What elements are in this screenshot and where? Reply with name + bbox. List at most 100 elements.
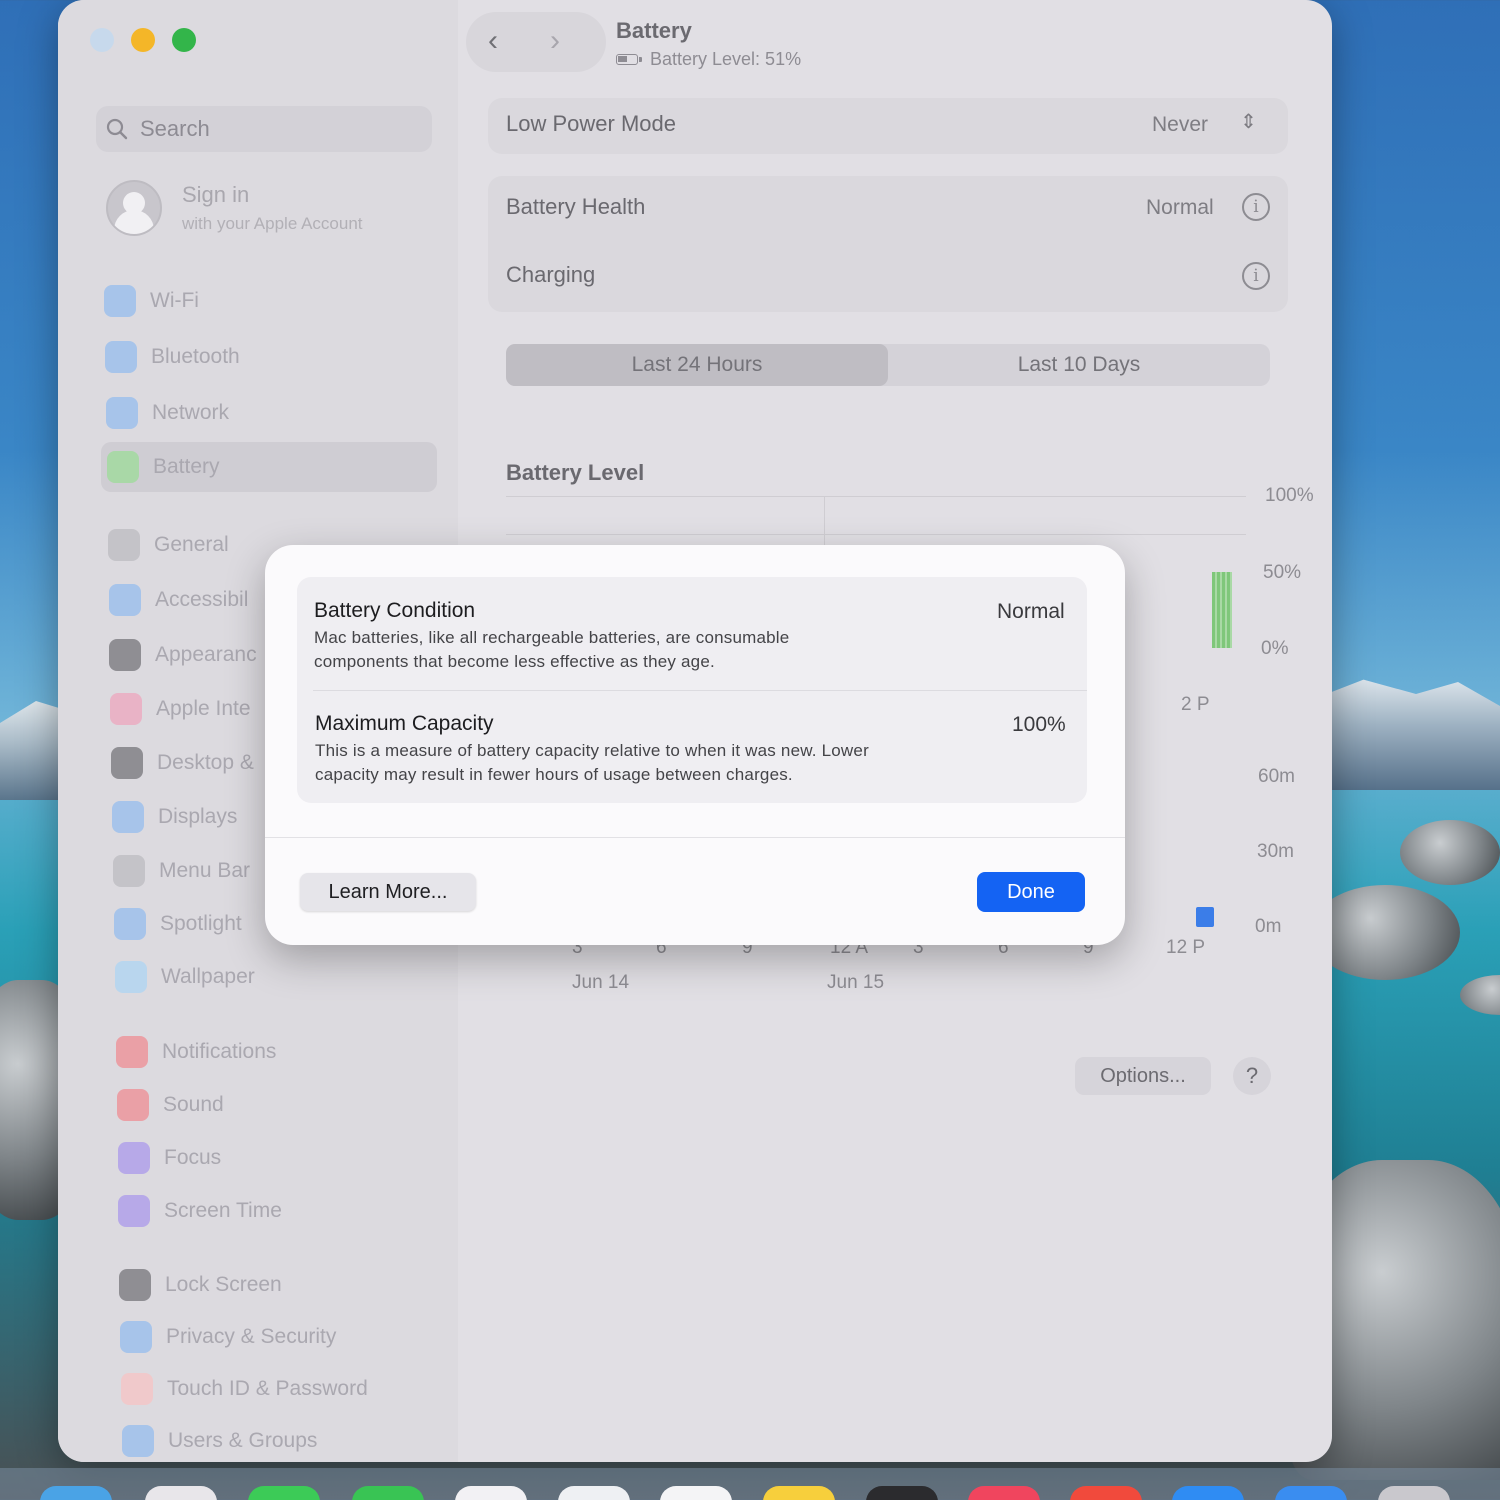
lock-icon — [119, 1269, 151, 1301]
sidebar-item-label: Network — [152, 401, 230, 424]
level-axis-tick: 0% — [1261, 638, 1289, 659]
sidebar-item-wifi[interactable]: Wi-Fi — [98, 276, 434, 326]
battery-level-status: Battery Level: 51% — [616, 49, 801, 70]
apple-intelligence-icon — [110, 693, 142, 725]
dock-app-facetime[interactable] — [352, 1486, 424, 1500]
sidebar-item-label: Focus — [164, 1146, 222, 1169]
sidebar-item-users[interactable]: Users & Groups — [116, 1416, 452, 1462]
battery-details-card: Battery Condition Normal Mac batteries, … — [297, 577, 1087, 803]
screen-time-icon — [118, 1195, 150, 1227]
divider — [265, 837, 1125, 838]
appearance-icon — [109, 639, 141, 671]
search-input[interactable]: Search — [96, 106, 432, 152]
battery-condition-description-line2: components that become less effective as… — [314, 652, 715, 671]
sidebar-item-battery[interactable]: Battery — [101, 442, 437, 492]
sidebar-item-notifications[interactable]: Notifications — [110, 1027, 446, 1077]
sidebar-item-sound[interactable]: Sound — [111, 1080, 447, 1130]
sidebar-item-screen-time[interactable]: Screen Time — [112, 1186, 448, 1236]
level-axis-tick: 50% — [1263, 562, 1302, 583]
dock-app-notes[interactable] — [763, 1486, 835, 1500]
low-power-mode-label: Low Power Mode — [506, 111, 676, 136]
desktop-icon — [111, 747, 143, 779]
usage-axis-tick: 30m — [1257, 841, 1294, 862]
dock-app-settings[interactable] — [1378, 1486, 1450, 1500]
search-icon — [106, 118, 128, 140]
sidebar-item-privacy-hand[interactable]: Privacy & Security — [114, 1312, 450, 1362]
sidebar-item-label: Displays — [158, 805, 238, 828]
battery-icon — [616, 54, 642, 65]
bluetooth-icon — [105, 341, 137, 373]
battery-health-value: Normal — [1146, 196, 1214, 219]
wallpaper-rock — [1310, 885, 1460, 980]
dock — [0, 1468, 1500, 1500]
accessibility-icon — [109, 584, 141, 616]
divider — [313, 690, 1087, 691]
dock-app-terminal[interactable] — [866, 1486, 938, 1500]
battery-level-text: Battery Level: 51% — [650, 49, 802, 69]
select-stepper-icon[interactable]: ⇕ — [1240, 112, 1257, 132]
tab-last-10-days[interactable]: Last 10 Days — [888, 344, 1270, 386]
dock-app-app-store[interactable] — [1172, 1486, 1244, 1500]
low-power-mode-select[interactable]: Never — [1152, 113, 1208, 137]
close-window-button[interactable] — [90, 28, 114, 52]
wallpaper-icon — [115, 961, 147, 993]
sidebar-item-wallpaper[interactable]: Wallpaper — [109, 952, 445, 1002]
maximum-capacity-value: 100% — [1012, 713, 1066, 736]
dock-app-finder[interactable] — [40, 1486, 112, 1500]
focus-icon — [118, 1142, 150, 1174]
navigation-controls — [466, 12, 606, 72]
notifications-icon — [116, 1036, 148, 1068]
zoom-window-button[interactable] — [172, 28, 196, 52]
signin-title: Sign in — [182, 182, 250, 207]
sidebar-item-fingerprint[interactable]: Touch ID & Password — [115, 1364, 451, 1414]
battery-condition-title: Battery Condition — [314, 599, 476, 622]
charging-info-icon[interactable]: i — [1242, 262, 1270, 290]
learn-more-button[interactable]: Learn More... — [300, 873, 476, 911]
tab-last-24-hours[interactable]: Last 24 Hours — [506, 344, 888, 386]
wifi-icon — [104, 285, 136, 317]
dock-app-reminders[interactable] — [660, 1486, 732, 1500]
sidebar-item-label: General — [154, 533, 229, 556]
sidebar-item-label: Desktop & — [157, 751, 254, 774]
gridline — [824, 496, 825, 546]
battery-health-info-icon[interactable]: i — [1242, 193, 1270, 221]
sidebar-item-label: Menu Bar — [159, 859, 251, 882]
sidebar-item-label: Battery — [153, 455, 220, 478]
level-axis-tick: 100% — [1265, 485, 1314, 506]
options-button[interactable]: Options... — [1075, 1057, 1211, 1095]
sidebar-item-label: Bluetooth — [151, 345, 240, 368]
dock-app-news[interactable] — [1070, 1486, 1142, 1500]
dock-app-launchpad[interactable] — [145, 1486, 217, 1500]
battery-health-dialog: Battery Condition Normal Mac batteries, … — [265, 545, 1125, 945]
date-label: Jun 15 — [827, 972, 885, 993]
sidebar-item-label: Wi-Fi — [150, 289, 199, 312]
sidebar-item-label: Lock Screen — [165, 1273, 282, 1296]
battery-health-label: Battery Health — [506, 194, 646, 219]
dock-app-calendar[interactable] — [455, 1486, 527, 1500]
dock-app-safari[interactable] — [1275, 1486, 1347, 1500]
done-button[interactable]: Done — [977, 872, 1085, 912]
sidebar-item-network[interactable]: Network — [100, 388, 436, 438]
menu-bar-icon — [113, 855, 145, 887]
back-chevron-icon[interactable]: ‹ — [488, 24, 498, 58]
users-icon — [122, 1425, 154, 1457]
low-power-mode-row: Low Power Mode Never ⇕ — [488, 98, 1288, 154]
sidebar-item-focus[interactable]: Focus — [112, 1133, 448, 1183]
usage-axis-tick: 0m — [1255, 916, 1282, 937]
sidebar-item-label: Apple Inte — [156, 697, 251, 720]
dock-app-photos[interactable] — [558, 1486, 630, 1500]
sidebar-item-lock[interactable]: Lock Screen — [113, 1260, 449, 1310]
battery-level-heading: Battery Level — [506, 460, 645, 485]
help-button[interactable]: ? — [1233, 1057, 1271, 1095]
dock-app-messages[interactable] — [248, 1486, 320, 1500]
usage-axis-tick: 60m — [1258, 766, 1295, 787]
minimize-window-button[interactable] — [131, 28, 155, 52]
search-placeholder: Search — [140, 116, 210, 141]
x-axis-tick: 12 P — [1166, 937, 1206, 958]
forward-chevron-icon[interactable]: › — [550, 24, 560, 58]
apple-account-signin[interactable]: Sign in with your Apple Account — [106, 180, 363, 236]
sidebar-item-label: Privacy & Security — [166, 1325, 337, 1348]
maximum-capacity-description-line1: This is a measure of battery capacity re… — [315, 741, 869, 760]
dock-app-music[interactable] — [968, 1486, 1040, 1500]
sidebar-item-bluetooth[interactable]: Bluetooth — [99, 332, 435, 382]
